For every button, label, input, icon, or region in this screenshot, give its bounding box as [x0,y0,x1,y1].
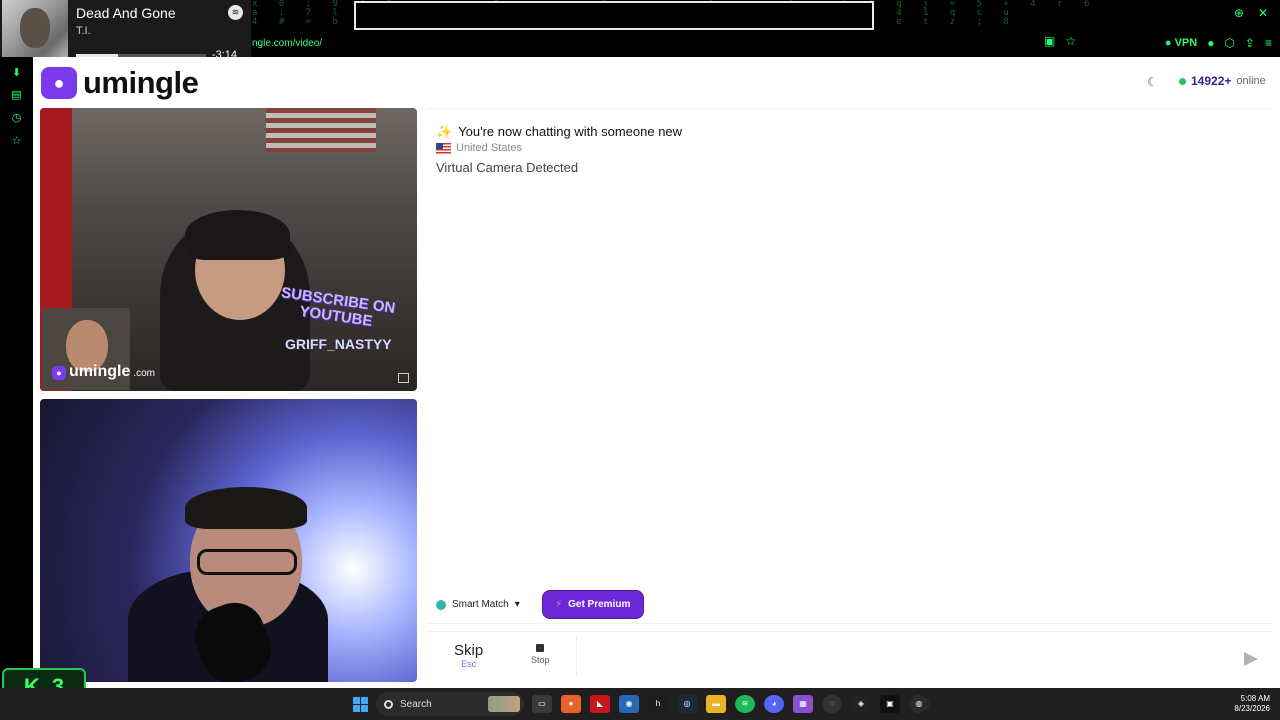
browser-sidebar: ⬇ ▤ ◷ ☆ [0,57,33,688]
online-dot-icon [1179,77,1186,85]
chat-bubble-icon: ● [41,67,77,99]
epic-icon[interactable]: ◈ [851,695,871,713]
folder-icon[interactable]: ▤ [10,89,23,102]
menu-icon[interactable]: ≡ [1265,36,1272,50]
search-icon [384,699,393,709]
match-options: Smart Match ▾ ⚡ Get Premium [436,590,644,619]
address-bar[interactable] [354,1,874,30]
favorites-icon[interactable]: ☆ [10,135,23,148]
divider [576,636,577,676]
chevron-down-icon: ▾ [514,599,520,610]
steam-icon[interactable]: ◎ [677,695,697,713]
skip-button[interactable]: Skip Esc [454,642,483,669]
site-name: umingle [83,65,199,100]
vpn-label: VPN [1174,37,1198,49]
video-background [266,108,376,152]
watermark-tld: .com [133,368,156,379]
game-icon[interactable]: ▣ [880,695,900,713]
chat-panel: ✨ You're now chatting with someone new U… [426,108,1272,632]
get-premium-button[interactable]: ⚡ Get Premium [541,590,644,619]
virtual-camera-notice: Virtual Camera Detected [436,160,579,175]
minimize-icon[interactable]: ⊕ [1234,6,1244,20]
ms-store-icon[interactable]: ▦ [793,695,813,713]
screen: x 0 ; 9 # 3 = u < 2 v p : 8 z q x 1 x a … [0,0,1280,720]
globe-icon [436,599,446,610]
report-flag-icon[interactable] [398,373,409,383]
system-clock[interactable]: 5:08 AM 8/23/2026 [1234,694,1270,714]
skip-label: Skip [454,642,484,659]
chat-status: ✨ You're now chatting with someone new [436,124,682,140]
start-button[interactable] [353,697,368,712]
online-counter: 14922+ online [1179,74,1266,88]
watermark-name: umingle [69,363,131,380]
song-title: Dead And Gone [76,5,176,21]
send-icon[interactable] [1244,652,1258,666]
smart-match-label: Smart Match [452,599,509,610]
search-label: Search [400,698,432,710]
stranger-video: SUBSCRIBE ON YOUTUBE GRIFF_NASTYY ● umin… [40,108,417,391]
site-watermark: ● umingle .com [52,363,155,381]
ubisoft-icon[interactable]: ◌ [822,695,842,713]
us-flag-icon [436,142,451,154]
stop-label: Stop [531,655,550,665]
chat-status-text: You're now chatting with someone new [458,124,683,139]
premium-label: Get Premium [568,599,631,610]
sparkle-icon: ✨ [436,124,453,139]
song-artist: T.I. [76,25,91,37]
taskbar-search[interactable]: Search [376,692,524,716]
share-icon[interactable]: ⇪ [1245,36,1255,50]
hulu-icon[interactable]: h [648,695,668,713]
smart-match-dropdown[interactable]: Smart Match ▾ [436,599,520,610]
theme-toggle-icon[interactable]: ☾ [1147,75,1158,89]
bookmark-star-icon[interactable]: ☆ [1065,34,1076,48]
page-url[interactable]: ngle.com/video/ [252,38,322,49]
task-view-icon[interactable]: ▭ [532,695,552,713]
online-count: 14922+ [1191,74,1232,88]
self-hair [185,487,307,529]
online-label: online [1236,75,1266,87]
search-highlight-image [488,696,520,712]
stop-icon [536,644,545,652]
windows-taskbar: Search ▭ ● ◣ ◉ h ◎ ▬ ≋ ◕ ▦ ◌ ◈ ▣ ◍ 5:08 … [0,688,1280,720]
umingle-page: ● umingle ☾ 14922+ online SUBSCRIBE ON Y… [33,57,1280,688]
bolt-icon: ⚡ [555,599,563,610]
message-input[interactable] [586,636,1226,676]
extensions-icon[interactable]: ⬡ [1224,36,1234,50]
taskbar-apps: ▭ ● ◣ ◉ h ◎ ▬ ≋ ◕ ▦ ◌ ◈ ▣ ◍ [532,695,929,713]
profile-icon[interactable]: ● [1207,36,1214,50]
self-glasses [197,549,297,575]
history-icon[interactable]: ◷ [10,112,23,125]
channel-name-overlay: GRIFF_NASTYY [285,336,392,352]
watermark-logo-icon: ● [52,366,66,380]
country-name: United States [456,142,523,154]
firefox-icon[interactable]: ● [561,695,581,713]
download-icon[interactable]: ⬇ [10,67,23,80]
site-logo[interactable]: ● umingle [41,65,199,101]
self-video [40,399,417,682]
stranger-hair [185,210,290,260]
skip-shortcut: Esc [461,659,477,669]
screenshot-icon[interactable]: ▣ [1044,34,1055,48]
stop-button[interactable]: Stop [531,644,550,665]
obs-icon[interactable]: ◍ [909,695,929,713]
vpn-button[interactable]: ● VPN [1165,37,1197,49]
spotify-taskbar-icon[interactable]: ≋ [735,695,755,713]
stranger-country: United States [436,142,522,154]
chat-controls: Skip Esc Stop [426,623,1272,683]
spotify-icon: ≋ [228,5,243,20]
outlook-icon[interactable]: ◉ [619,695,639,713]
amd-icon[interactable]: ◣ [590,695,610,713]
close-icon[interactable]: ✕ [1258,6,1268,20]
clock-date: 8/23/2026 [1234,704,1270,713]
clock-time: 5:08 AM [1240,694,1270,703]
discord-icon[interactable]: ◕ [764,695,784,713]
file-explorer-icon[interactable]: ▬ [706,695,726,713]
